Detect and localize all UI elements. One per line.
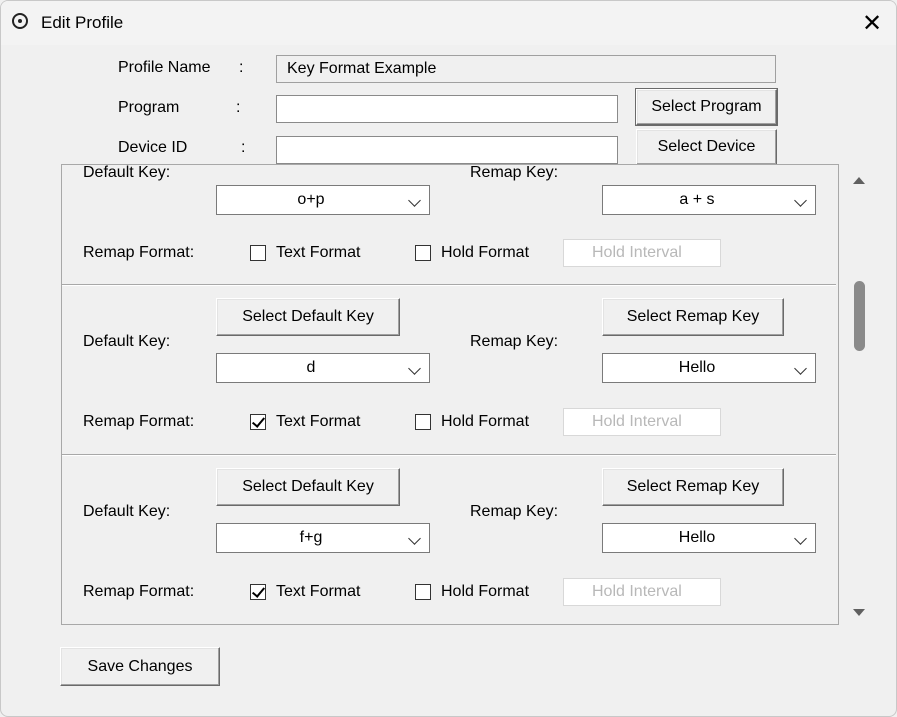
text-format-checkbox[interactable]: [250, 414, 266, 430]
vertical-scrollbar[interactable]: [847, 169, 871, 621]
select-program-button[interactable]: Select Program: [635, 88, 778, 126]
select-default-key-button[interactable]: Select Default Key: [216, 298, 400, 336]
profile-name-field[interactable]: Key Format Example: [276, 55, 776, 83]
checkmark-icon: [251, 414, 266, 428]
chevron-down-icon: [408, 532, 421, 545]
device-id-field[interactable]: [276, 136, 618, 164]
chevron-down-icon: [794, 362, 807, 375]
hold-interval-field[interactable]: Hold Interval: [563, 408, 721, 436]
mappings-scroll-panel[interactable]: Default Key: Remap Key: o+p a + s Remap …: [61, 164, 839, 625]
program-field[interactable]: [276, 95, 618, 123]
checkmark-icon: [251, 584, 266, 598]
remap-key-dropdown[interactable]: Hello: [602, 523, 816, 553]
program-label: Program: [118, 99, 180, 116]
mapping-row: Default Key: Remap Key: o+p a + s Remap …: [62, 164, 838, 292]
remap-key-dropdown[interactable]: a + s: [602, 185, 816, 215]
select-device-button[interactable]: Select Device: [636, 129, 777, 165]
select-remap-key-button[interactable]: Select Remap Key: [602, 298, 784, 336]
hold-format-label: Hold Format: [441, 583, 530, 600]
profile-name-label: Profile Name: [118, 59, 211, 76]
chevron-down-icon: [408, 194, 421, 207]
default-key-dropdown[interactable]: f+g: [216, 523, 430, 553]
save-changes-button[interactable]: Save Changes: [60, 647, 220, 686]
text-format-checkbox[interactable]: [250, 584, 266, 600]
remap-format-label: Remap Format:: [83, 244, 195, 261]
remap-key-dropdown[interactable]: Hello: [602, 353, 816, 383]
hold-interval-field[interactable]: Hold Interval: [563, 239, 721, 267]
remap-key-value: Hello: [678, 529, 716, 546]
default-key-label: Default Key:: [83, 503, 171, 520]
mapping-row: Select Default Key Select Remap Key Defa…: [62, 456, 838, 624]
program-colon: :: [236, 99, 241, 116]
triangle-up-icon[interactable]: [853, 177, 865, 184]
select-default-key-button[interactable]: Select Default Key: [216, 468, 400, 506]
remap-key-label: Remap Key:: [470, 503, 559, 520]
remap-key-label: Remap Key:: [470, 164, 559, 181]
default-key-dropdown[interactable]: d: [216, 353, 430, 383]
device-id-label: Device ID: [118, 139, 188, 156]
hold-format-label: Hold Format: [441, 413, 530, 430]
hold-format-checkbox[interactable]: [415, 414, 431, 430]
default-key-value: f+g: [299, 529, 323, 546]
device-id-colon: :: [241, 139, 246, 156]
default-key-dropdown[interactable]: o+p: [216, 185, 430, 215]
remap-format-label: Remap Format:: [83, 583, 195, 600]
profile-name-colon: :: [239, 59, 244, 76]
text-format-label: Text Format: [276, 583, 361, 600]
default-key-value: o+p: [297, 191, 325, 208]
app-icon: [12, 13, 28, 29]
default-key-value: d: [306, 359, 316, 376]
hold-format-checkbox[interactable]: [415, 584, 431, 600]
text-format-label: Text Format: [276, 244, 361, 261]
remap-key-label: Remap Key:: [470, 333, 559, 350]
remap-format-label: Remap Format:: [83, 413, 195, 430]
title-bar: Edit Profile ✕: [1, 1, 896, 45]
remap-key-value: Hello: [678, 359, 716, 376]
chevron-down-icon: [408, 362, 421, 375]
text-format-checkbox[interactable]: [250, 245, 266, 261]
edit-profile-window: Edit Profile ✕ Profile Name : Key Format…: [0, 0, 897, 717]
default-key-label: Default Key:: [83, 164, 171, 181]
select-remap-key-button[interactable]: Select Remap Key: [602, 468, 784, 506]
window-title: Edit Profile: [41, 13, 124, 32]
remap-key-value: a + s: [679, 191, 715, 208]
close-icon[interactable]: ✕: [852, 5, 892, 41]
scrollbar-thumb[interactable]: [854, 281, 865, 351]
hold-format-checkbox[interactable]: [415, 245, 431, 261]
mapping-row: Select Default Key Select Remap Key Defa…: [62, 286, 838, 454]
triangle-down-icon[interactable]: [853, 609, 865, 616]
hold-format-label: Hold Format: [441, 244, 530, 261]
chevron-down-icon: [794, 194, 807, 207]
default-key-label: Default Key:: [83, 333, 171, 350]
text-format-label: Text Format: [276, 413, 361, 430]
chevron-down-icon: [794, 532, 807, 545]
hold-interval-field[interactable]: Hold Interval: [563, 578, 721, 606]
